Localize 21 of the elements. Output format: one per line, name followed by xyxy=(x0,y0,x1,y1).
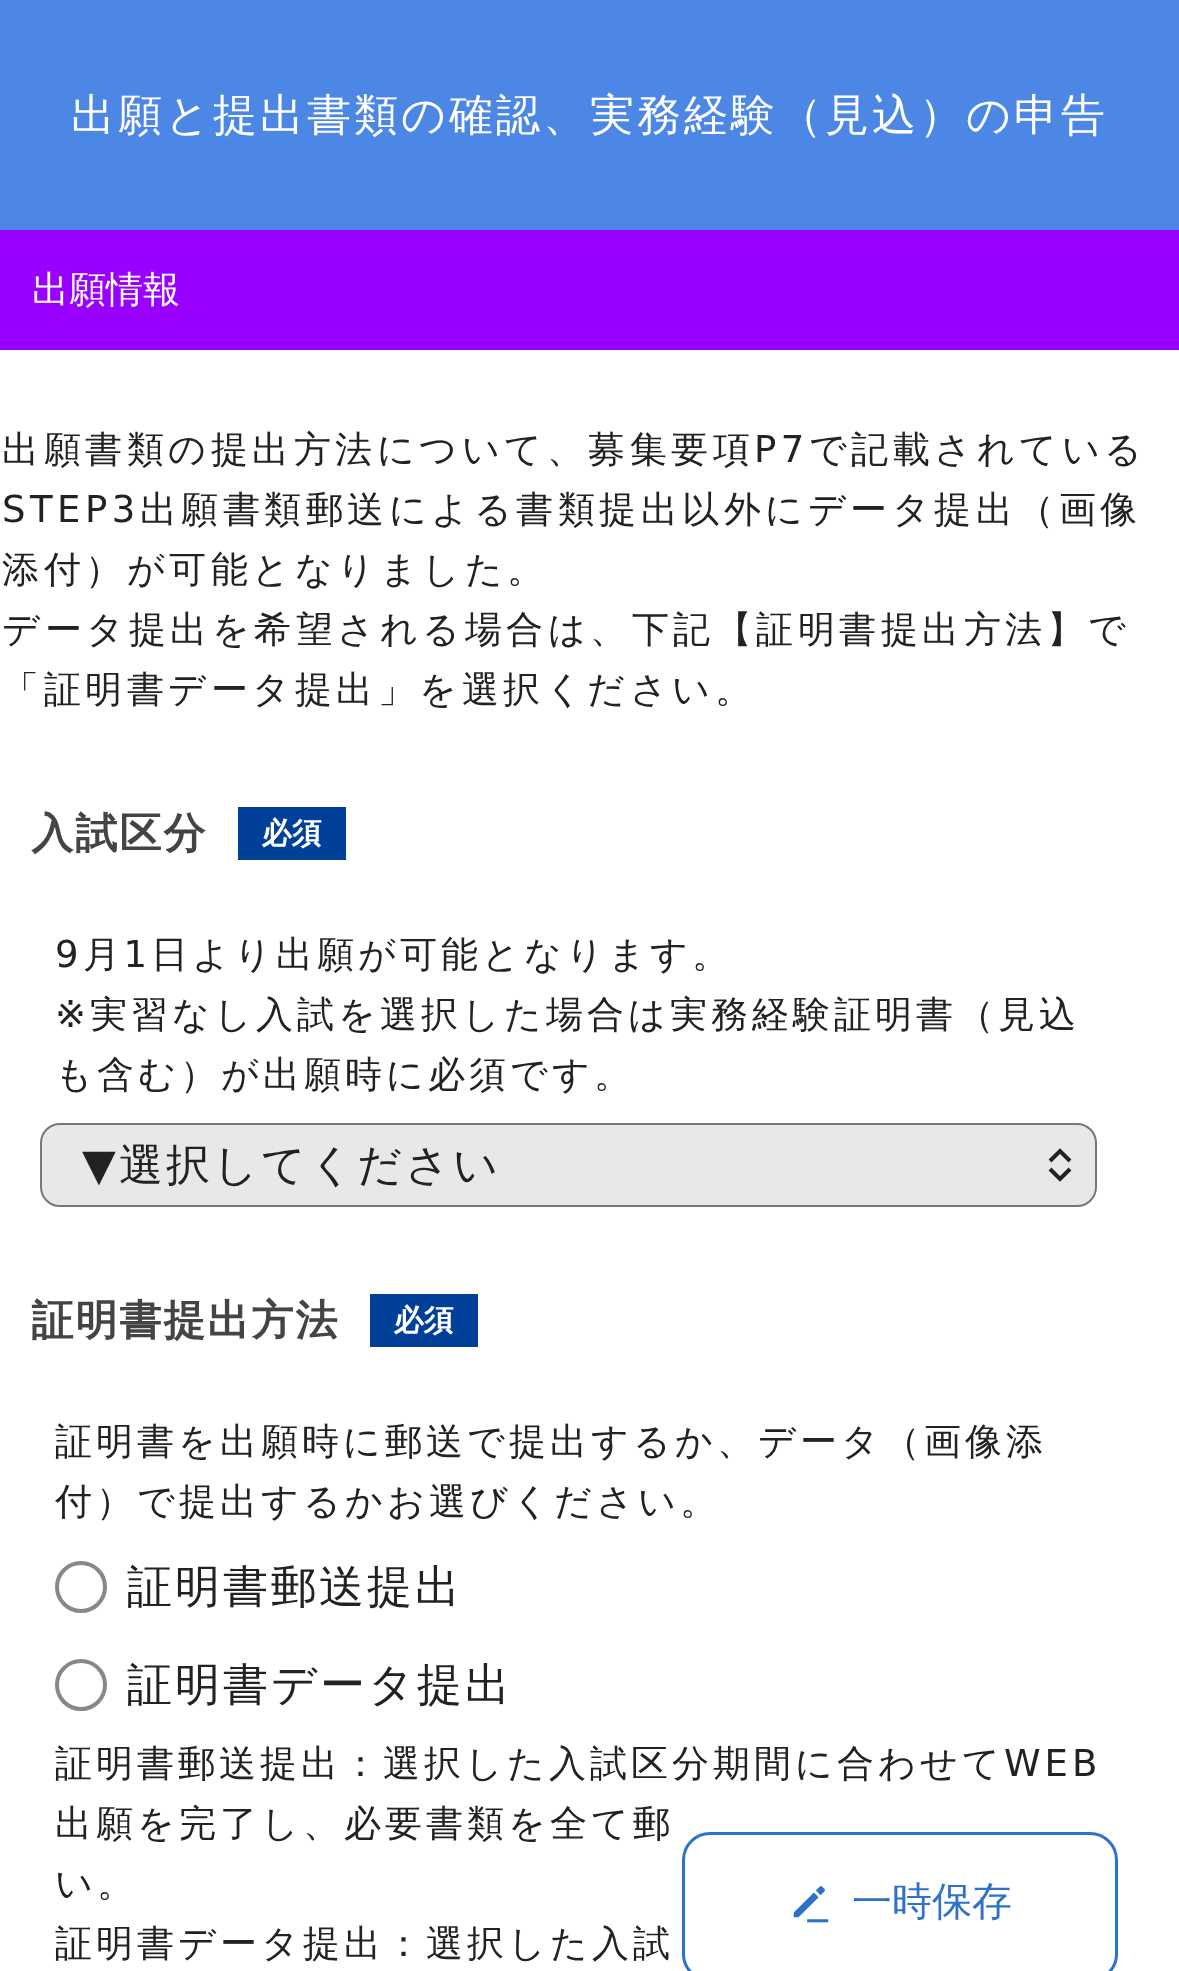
intro-text: 出願書類の提出方法について、募集要項P7で記載されているSTEP3出願書類郵送による書類提出以外にデータ提出（画像添付）が可能となりました。 xyxy=(2,427,1148,593)
option-description: 証明書データ提出：選択した入試 xyxy=(55,1921,674,1967)
save-button[interactable]: 一時保存 xyxy=(682,1832,1118,1971)
option-description: 証明書郵送提出：選択した入試区分期間に合わせてWEB xyxy=(55,1741,1102,1787)
field-note: 9月1日より出願が可能となります。 xyxy=(55,932,735,978)
radio-label[interactable]: 証明書データ提出 xyxy=(127,1655,513,1715)
field-note: 証明書を出願時に郵送で提出するか、データ（画像添付）で提出するかお選びください。 xyxy=(55,1419,1048,1525)
field-label: 入試区分 xyxy=(32,807,208,859)
section-title: 出願情報 xyxy=(32,267,180,313)
select-field[interactable]: ▼選択してください xyxy=(40,1123,1097,1207)
required-badge: 必須 xyxy=(370,1293,478,1347)
radio-label[interactable]: 証明書郵送提出 xyxy=(127,1557,463,1617)
required-badge: 必須 xyxy=(238,806,346,860)
page-title: 出願と提出書類の確認、実務経験（見込）の申告 xyxy=(71,88,1108,142)
option-description: い。 xyxy=(55,1861,138,1907)
radio-button[interactable] xyxy=(55,1659,107,1711)
field-note: ※実習なし入試を選択した場合は実務経験証明書（見込も含む）が出願時に必須です。 xyxy=(55,992,1081,1098)
radio-button[interactable] xyxy=(55,1561,107,1613)
intro-text: データ提出を希望される場合は、下記【証明書提出方法】で「証明書データ提出」を選択ください。 xyxy=(2,607,1132,713)
field-label: 証明書提出方法 xyxy=(32,1294,340,1346)
option-description: 出願を完了し、必要書類を全て郵 xyxy=(55,1801,674,1847)
